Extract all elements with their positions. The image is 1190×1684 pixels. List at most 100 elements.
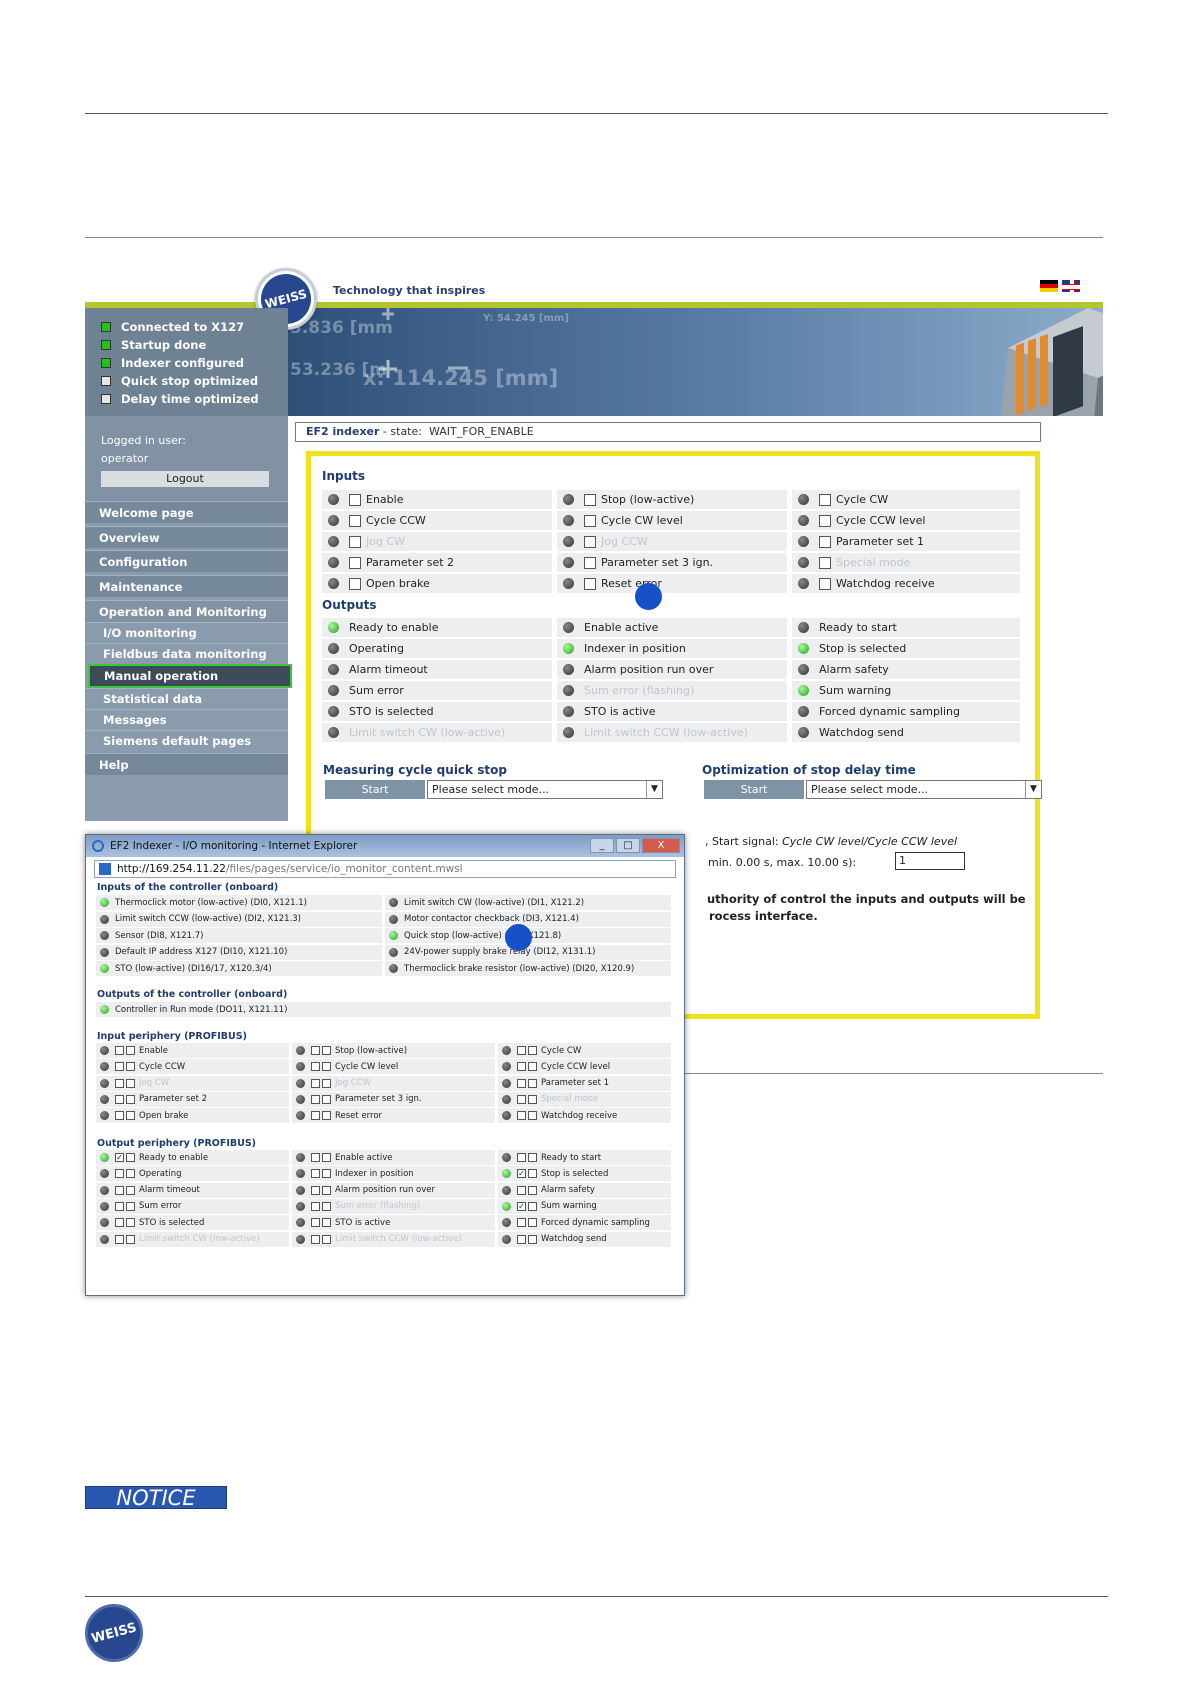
input-checkbox[interactable] (819, 535, 831, 548)
periphery-checkbox[interactable] (517, 1078, 526, 1088)
chevron-down-icon[interactable]: ▼ (646, 781, 662, 798)
nav-statistical-data[interactable]: Statistical data (85, 688, 288, 709)
periphery-checkbox[interactable] (528, 1062, 537, 1072)
nav-overview[interactable]: Overview (85, 526, 288, 548)
periphery-checkbox[interactable] (322, 1169, 331, 1179)
nav-messages[interactable]: Messages (85, 709, 288, 730)
periphery-checkbox[interactable] (528, 1153, 537, 1162)
periphery-checkbox[interactable] (115, 1201, 124, 1211)
periphery-checkbox[interactable] (528, 1201, 537, 1211)
periphery-checkbox[interactable] (126, 1153, 135, 1162)
periphery-checkbox[interactable] (311, 1111, 320, 1121)
address-bar[interactable]: http://169.254.11.22/files/pages/service… (94, 860, 676, 878)
periphery-checkbox[interactable] (322, 1185, 331, 1195)
periphery-checkbox[interactable] (517, 1185, 526, 1195)
quick-stop-mode-select[interactable]: Please select mode... ▼ (427, 780, 663, 799)
input-checkbox[interactable] (584, 577, 596, 590)
input-checkbox[interactable] (584, 535, 596, 548)
periphery-checkbox[interactable] (311, 1234, 320, 1244)
german-flag-icon[interactable] (1040, 280, 1058, 292)
periphery-checkbox[interactable] (517, 1153, 526, 1162)
periphery-checkbox[interactable] (311, 1062, 320, 1072)
periphery-checkbox[interactable] (322, 1201, 331, 1211)
periphery-checkbox[interactable] (517, 1111, 526, 1121)
periphery-checkbox[interactable] (322, 1218, 331, 1228)
periphery-checkbox[interactable] (126, 1218, 135, 1228)
periphery-checkbox[interactable] (126, 1078, 135, 1088)
periphery-checkbox[interactable] (311, 1218, 320, 1228)
delay-time-input[interactable]: 1 (895, 852, 965, 870)
nav-fieldbus-data-monitoring[interactable]: Fieldbus data monitoring (85, 643, 288, 664)
periphery-checkbox[interactable] (322, 1234, 331, 1244)
input-checkbox[interactable] (349, 535, 361, 548)
periphery-checkbox[interactable] (311, 1078, 320, 1088)
periphery-checkbox[interactable] (322, 1078, 331, 1088)
periphery-checkbox[interactable] (528, 1234, 537, 1244)
periphery-checkbox[interactable] (311, 1046, 320, 1055)
nav-io-monitoring[interactable]: I/O monitoring (85, 622, 288, 643)
periphery-checkbox[interactable] (126, 1201, 135, 1211)
periphery-checkbox[interactable] (517, 1094, 526, 1104)
periphery-checkbox[interactable] (528, 1111, 537, 1121)
input-checkbox[interactable] (349, 556, 361, 569)
nav-operation-monitoring[interactable]: Operation and Monitoring (85, 600, 288, 622)
periphery-checkbox[interactable] (126, 1046, 135, 1055)
periphery-checkbox[interactable] (322, 1153, 331, 1162)
english-flag-icon[interactable] (1062, 280, 1080, 292)
periphery-checkbox[interactable] (517, 1234, 526, 1244)
periphery-checkbox[interactable] (517, 1218, 526, 1228)
nav-help[interactable]: Help (85, 753, 288, 775)
nav-welcome-page[interactable]: Welcome page (85, 501, 288, 523)
periphery-checkbox[interactable] (322, 1046, 331, 1055)
nav-maintenance[interactable]: Maintenance (85, 575, 288, 597)
periphery-checkbox[interactable] (126, 1185, 135, 1195)
nav-siemens-default-pages[interactable]: Siemens default pages (85, 730, 288, 751)
stop-delay-start-button[interactable]: Start (704, 780, 804, 799)
periphery-checkbox[interactable] (311, 1185, 320, 1195)
periphery-checkbox[interactable] (528, 1218, 537, 1228)
minimize-button[interactable]: _ (590, 838, 614, 853)
periphery-checkbox[interactable] (528, 1169, 537, 1179)
checked-checkbox[interactable]: ✓ (517, 1201, 526, 1211)
periphery-checkbox[interactable] (528, 1078, 537, 1088)
input-checkbox[interactable] (349, 514, 361, 527)
input-checkbox[interactable] (584, 493, 596, 506)
periphery-checkbox[interactable] (322, 1062, 331, 1072)
periphery-checkbox[interactable] (115, 1185, 124, 1195)
periphery-checkbox[interactable] (126, 1062, 135, 1072)
periphery-checkbox[interactable] (126, 1094, 135, 1104)
periphery-checkbox[interactable] (517, 1046, 526, 1055)
stop-delay-mode-select[interactable]: Please select mode... ▼ (806, 780, 1042, 799)
input-checkbox[interactable] (584, 514, 596, 527)
chevron-down-icon[interactable]: ▼ (1025, 781, 1041, 798)
periphery-checkbox[interactable] (115, 1078, 124, 1088)
periphery-checkbox[interactable] (115, 1062, 124, 1072)
quick-stop-start-button[interactable]: Start (325, 780, 425, 799)
input-checkbox[interactable] (819, 514, 831, 527)
periphery-checkbox[interactable] (311, 1094, 320, 1104)
periphery-checkbox[interactable] (126, 1111, 135, 1121)
periphery-checkbox[interactable] (528, 1046, 537, 1055)
nav-configuration[interactable]: Configuration (85, 550, 288, 572)
periphery-checkbox[interactable] (311, 1153, 320, 1162)
periphery-checkbox[interactable] (115, 1094, 124, 1104)
periphery-checkbox[interactable] (311, 1201, 320, 1211)
periphery-checkbox[interactable] (115, 1169, 124, 1179)
periphery-checkbox[interactable] (528, 1094, 537, 1104)
periphery-checkbox[interactable] (115, 1218, 124, 1228)
input-checkbox[interactable] (349, 577, 361, 590)
close-button[interactable]: X (642, 838, 680, 853)
input-checkbox[interactable] (819, 493, 831, 506)
checked-checkbox[interactable]: ✓ (517, 1169, 526, 1179)
periphery-checkbox[interactable] (528, 1185, 537, 1195)
logout-button[interactable]: Logout (101, 471, 269, 487)
periphery-checkbox[interactable] (126, 1169, 135, 1179)
periphery-checkbox[interactable] (115, 1111, 124, 1121)
periphery-checkbox[interactable] (322, 1111, 331, 1121)
maximize-button[interactable]: □ (616, 838, 640, 853)
periphery-checkbox[interactable] (115, 1234, 124, 1244)
periphery-checkbox[interactable] (311, 1169, 320, 1179)
periphery-checkbox[interactable] (322, 1094, 331, 1104)
input-checkbox[interactable] (349, 493, 361, 506)
periphery-checkbox[interactable] (517, 1062, 526, 1072)
